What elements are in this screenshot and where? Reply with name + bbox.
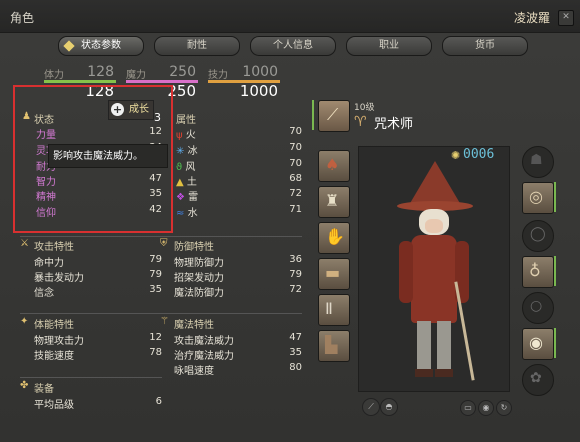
hat-icon: ♠ bbox=[325, 155, 340, 174]
divider bbox=[160, 236, 302, 237]
zoom-button[interactable]: ▭ bbox=[460, 400, 476, 416]
gear-icon: ✤ bbox=[20, 380, 29, 391]
wrist-slot[interactable]: ◯ bbox=[522, 220, 554, 252]
divider bbox=[20, 377, 162, 378]
close-icon: ✕ bbox=[562, 12, 570, 22]
zoom-icon: ▭ bbox=[464, 403, 472, 412]
highlight-box bbox=[13, 85, 173, 233]
tab-profile[interactable]: 个人信息 bbox=[250, 36, 336, 56]
sword-icon: ⟋ bbox=[368, 402, 374, 411]
wand-icon: ⚚ bbox=[160, 316, 169, 327]
physical-title: 体能特性 bbox=[34, 320, 74, 331]
belt-icon: ▬ bbox=[325, 263, 341, 282]
bracelet-icon: ◯ bbox=[530, 226, 546, 242]
hands-slot[interactable]: ✋ bbox=[318, 222, 350, 254]
eye-icon: ◉ bbox=[482, 403, 490, 412]
robe-icon: ♜ bbox=[325, 191, 340, 210]
crystal-icon: ✿ bbox=[530, 370, 542, 386]
divider bbox=[160, 313, 302, 314]
wind-icon: ϑ 风 bbox=[176, 162, 196, 173]
player-name: 凌波羅 bbox=[513, 11, 550, 25]
slot-bar bbox=[554, 328, 556, 358]
tp-gauge: 技力 1000 1000 bbox=[208, 62, 282, 100]
character-preview[interactable]: ✺ 0006 bbox=[358, 146, 510, 392]
sword-icon: ⚔ bbox=[20, 238, 29, 249]
weapon-slot[interactable]: ⟋ bbox=[318, 100, 350, 132]
visor-icon: ◓ bbox=[385, 402, 393, 411]
selected-dot-icon bbox=[63, 40, 75, 52]
fire-icon: ψ 火 bbox=[176, 130, 196, 141]
tp-max: 1000 bbox=[239, 82, 278, 100]
ring-icon: ○ bbox=[530, 298, 543, 314]
job-level: 10级 bbox=[354, 103, 375, 113]
job-icon: ♈ bbox=[354, 114, 367, 130]
staff-icon: ⟋ bbox=[327, 105, 339, 124]
character-window: 角色 凌波羅 ✕ 状态参数 耐性 个人信息 职业 货币 体力 128 128 魔… bbox=[0, 0, 580, 442]
head-slot[interactable]: ♠ bbox=[318, 150, 350, 182]
ear-slot[interactable]: ♁ bbox=[522, 256, 554, 288]
magic-title: 魔法特性 bbox=[174, 320, 214, 331]
gear-title: 装备 bbox=[34, 384, 54, 395]
tp-current: 1000 bbox=[242, 64, 278, 80]
window-title: 角色 bbox=[10, 11, 35, 25]
job-name: 咒术师 bbox=[374, 117, 414, 132]
tab-job[interactable]: 职业 bbox=[346, 36, 432, 56]
character-figure bbox=[389, 161, 479, 383]
mp-current: 250 bbox=[169, 64, 196, 80]
slot-bar bbox=[312, 100, 314, 130]
lightning-icon: ❖ 雷 bbox=[176, 192, 199, 203]
earth-icon: ▲ 土 bbox=[176, 177, 197, 188]
counter: 0006 bbox=[463, 147, 495, 162]
view-button[interactable]: ◉ bbox=[478, 400, 494, 416]
hp-current: 128 bbox=[87, 64, 114, 80]
rotate-button[interactable]: ↻ bbox=[496, 400, 512, 416]
ring-slot-right[interactable]: ◉ bbox=[522, 328, 554, 360]
water-icon: ≈ 水 bbox=[176, 208, 198, 219]
glove-icon: ✋ bbox=[325, 227, 345, 246]
weapon-toggle-button[interactable]: ⟋ bbox=[362, 398, 380, 416]
rotate-icon: ↻ bbox=[500, 403, 508, 412]
feet-slot[interactable]: ▙ bbox=[318, 330, 350, 362]
ice-icon: ✳ 冰 bbox=[176, 146, 198, 157]
tab-status[interactable]: 状态参数 bbox=[58, 36, 144, 56]
legs-slot[interactable]: Ⅱ bbox=[318, 294, 350, 326]
earring-icon: ♁ bbox=[529, 261, 541, 280]
slot-bar bbox=[554, 256, 556, 286]
ring-slot-left[interactable]: ○ bbox=[522, 292, 554, 324]
divider bbox=[20, 313, 162, 314]
offhand-slot[interactable]: ☗ bbox=[522, 146, 554, 178]
shield-icon: ⛨ bbox=[160, 238, 168, 249]
hat-toggle-button[interactable]: ◓ bbox=[380, 398, 398, 416]
title-bar[interactable]: 角色 凌波羅 ✕ bbox=[0, 0, 580, 33]
neck-slot[interactable]: ◎ bbox=[522, 182, 554, 214]
fist-icon: ✦ bbox=[20, 316, 29, 327]
body-slot[interactable]: ♜ bbox=[318, 186, 350, 218]
tab-currency[interactable]: 货币 bbox=[442, 36, 528, 56]
necklace-icon: ◎ bbox=[529, 187, 543, 206]
pants-icon: Ⅱ bbox=[325, 299, 333, 318]
empty-slot-icon: ☗ bbox=[530, 152, 543, 168]
tab-resistance[interactable]: 耐性 bbox=[154, 36, 240, 56]
boot-icon: ▙ bbox=[325, 335, 338, 354]
soul-slot[interactable]: ✿ bbox=[522, 364, 554, 396]
waist-slot[interactable]: ▬ bbox=[318, 258, 350, 290]
divider bbox=[20, 236, 162, 237]
slot-bar bbox=[554, 182, 556, 212]
ring-icon: ◉ bbox=[529, 333, 543, 352]
defense-title: 防御特性 bbox=[174, 242, 214, 253]
elements-title: 属性 bbox=[176, 115, 196, 126]
close-button[interactable]: ✕ bbox=[558, 10, 574, 26]
offense-title: 攻击特性 bbox=[34, 242, 74, 253]
